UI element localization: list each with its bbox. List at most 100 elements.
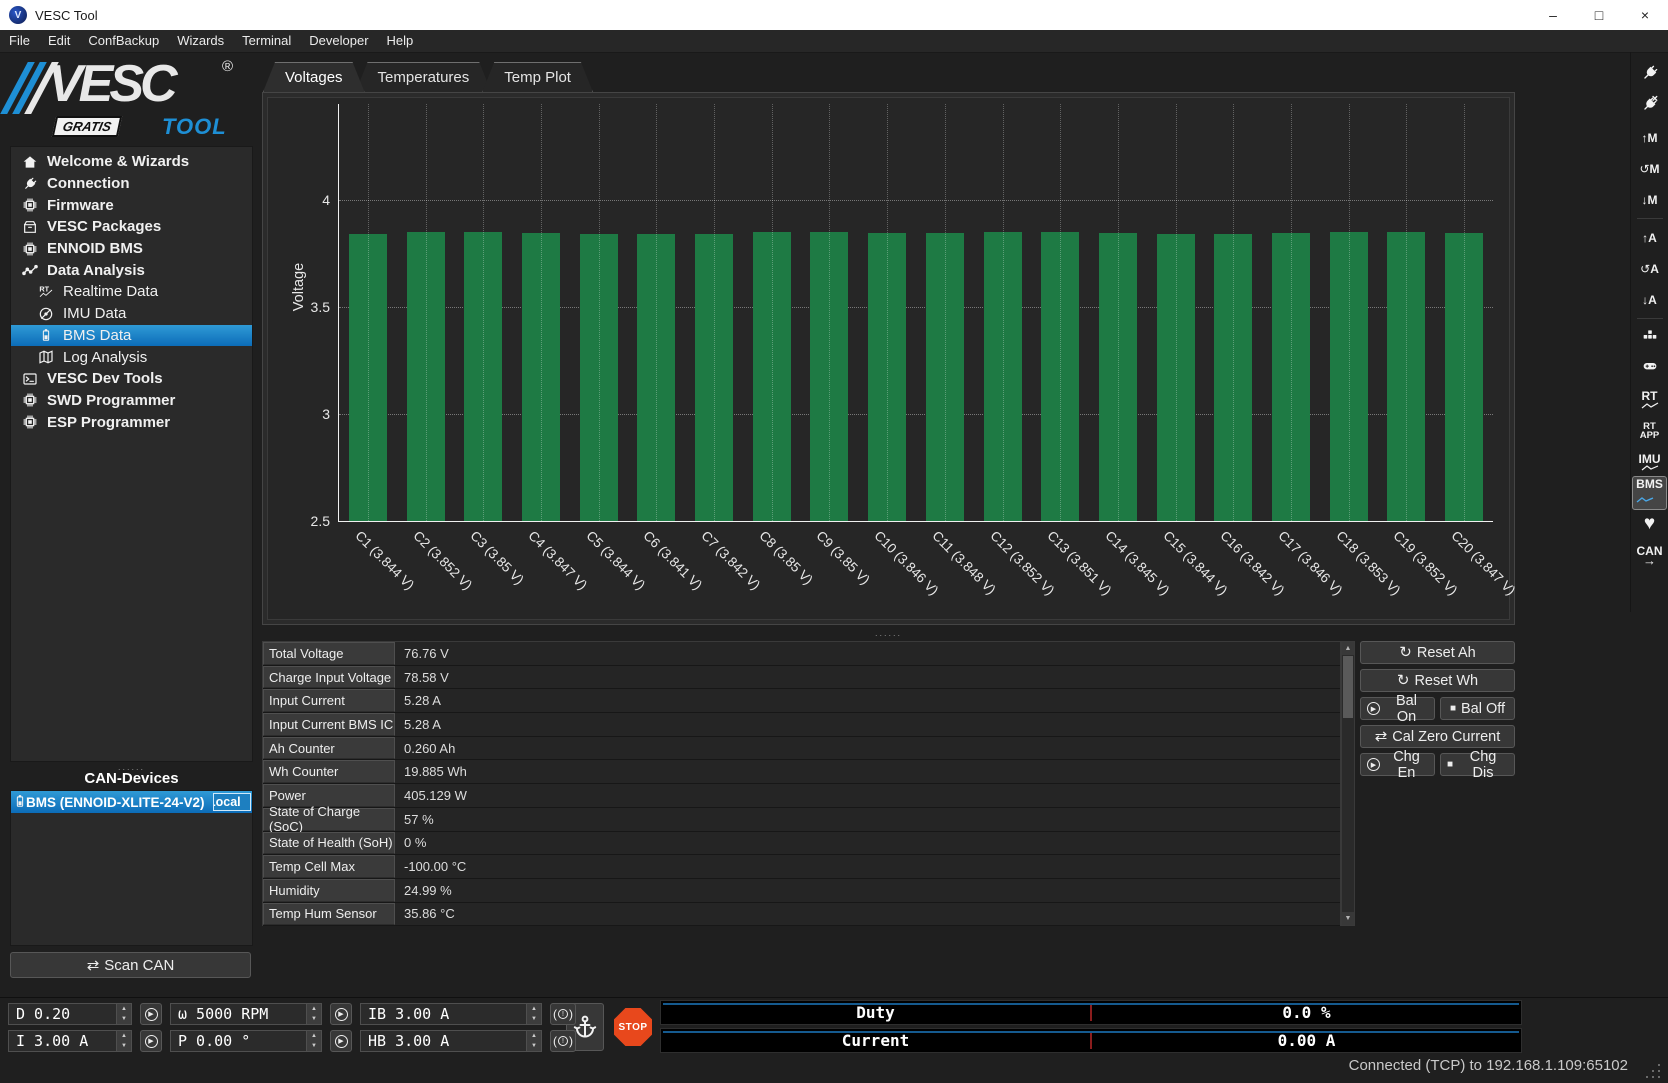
bal-off-button[interactable]: ■Bal Off <box>1440 697 1515 720</box>
toolbar-write-app-config[interactable]: ↑A <box>1633 222 1667 253</box>
scroll-up-arrow[interactable]: ▲ <box>1342 642 1354 655</box>
chg-dis-button[interactable]: ■Chg Dis <box>1440 753 1515 776</box>
spin-up-arrow[interactable]: ▲ <box>307 1031 321 1041</box>
sidebar-item-data-analysis[interactable]: Data Analysis <box>11 259 252 281</box>
sidebar-item-esp-programmer[interactable]: ESP Programmer <box>11 411 252 433</box>
menu-item-wizards[interactable]: Wizards <box>168 30 233 52</box>
window-title: VESC Tool <box>35 8 98 23</box>
tab-temp-plot[interactable]: Temp Plot <box>482 62 593 92</box>
can-device-item[interactable]: BMS (ENNOID-XLITE-24-V2)Local <box>11 791 252 813</box>
play-circle-icon: ▶ <box>1367 702 1380 715</box>
bal-on-button[interactable]: ▶Bal On <box>1360 697 1435 720</box>
menu-item-terminal[interactable]: Terminal <box>233 30 300 52</box>
spin-down-arrow[interactable]: ▼ <box>527 1041 541 1051</box>
stat-value: 76.76 V <box>395 642 1340 665</box>
spinbox-arrows[interactable]: ▲▼ <box>116 1004 131 1024</box>
resize-grip[interactable] <box>1646 1064 1662 1080</box>
toolbar-bms-data[interactable]: BMS <box>1633 477 1667 508</box>
can-devices-title: CAN-Devices <box>10 770 253 787</box>
spinbox-arrows[interactable]: ▲▼ <box>526 1004 541 1024</box>
toolbar-favorites[interactable]: ♥ <box>1633 508 1667 539</box>
sidebar-item-ennoid-bms[interactable]: ENNOID BMS <box>11 238 252 260</box>
handbrake-button[interactable]: (!) <box>550 1003 576 1025</box>
toolbar-realtime-data[interactable]: RT <box>1633 384 1667 415</box>
spin-up-arrow[interactable]: ▲ <box>307 1004 321 1014</box>
sidebar-item-firmware[interactable]: Firmware <box>11 194 252 216</box>
control-spinbox[interactable]: IB 3.00 A▲▼ <box>360 1003 542 1025</box>
menu-item-confbackup[interactable]: ConfBackup <box>79 30 168 52</box>
spin-down-arrow[interactable]: ▼ <box>117 1041 131 1051</box>
toolbar-read-app-config[interactable]: ↓A <box>1633 284 1667 315</box>
run-control-button[interactable]: ▶ <box>330 1030 352 1052</box>
menu-item-edit[interactable]: Edit <box>39 30 79 52</box>
scan-can-button[interactable]: ⇄ Scan CAN <box>10 952 251 978</box>
spin-down-arrow[interactable]: ▼ <box>117 1014 131 1024</box>
spinbox-arrows[interactable]: ▲▼ <box>306 1004 321 1024</box>
toolbar-read-motor-config[interactable]: ↓M <box>1633 184 1667 215</box>
reset-ah-button[interactable]: ↻Reset Ah <box>1360 641 1515 664</box>
run-control-button[interactable]: ▶ <box>140 1003 162 1025</box>
control-spinbox[interactable]: I 3.00 A▲▼ <box>8 1030 132 1052</box>
menu-item-help[interactable]: Help <box>378 30 423 52</box>
scroll-down-arrow[interactable]: ▼ <box>1342 912 1354 925</box>
sidebar-item-vesc-packages[interactable]: VESC Packages <box>11 216 252 238</box>
spinbox-value: ω 5000 RPM <box>171 1004 306 1024</box>
spin-up-arrow[interactable]: ▲ <box>117 1031 131 1041</box>
stats-scrollbar[interactable]: ▲ ▼ <box>1341 641 1355 926</box>
control-spinbox[interactable]: D 0.20▲▼ <box>8 1003 132 1025</box>
toolbar-can-forward[interactable]: CAN→ <box>1633 539 1667 570</box>
chg-en-button[interactable]: ▶Chg En <box>1360 753 1435 776</box>
menu-item-developer[interactable]: Developer <box>300 30 377 52</box>
sidebar-item-vesc-dev-tools[interactable]: VESC Dev Tools <box>11 368 252 390</box>
sidebar-item-swd-programmer[interactable]: SWD Programmer <box>11 390 252 412</box>
toolbar-keyboard-control[interactable] <box>1633 322 1667 353</box>
spin-down-arrow[interactable]: ▼ <box>307 1041 321 1051</box>
toolbar-realtime-app-data[interactable]: RTAPP <box>1633 415 1667 446</box>
menu-item-file[interactable]: File <box>0 30 39 52</box>
spinbox-value: D 0.20 <box>9 1004 116 1024</box>
handbrake-button[interactable]: (!) <box>550 1030 576 1052</box>
stat-value: 78.58 V <box>395 666 1340 689</box>
spinbox-arrows[interactable]: ▲▼ <box>116 1031 131 1051</box>
chart-table-splitter[interactable]: ...... <box>262 628 1515 638</box>
toolbar-reread-motor-config[interactable]: ↺M <box>1633 153 1667 184</box>
refresh-icon: ↻ <box>1397 673 1410 688</box>
sidebar-item-realtime-data[interactable]: RTRealtime Data <box>11 281 252 303</box>
maximize-button[interactable]: □ <box>1576 0 1622 30</box>
sidebar-item-bms-data[interactable]: BMS Data <box>11 325 252 347</box>
toolbar-disconnect[interactable] <box>1633 91 1667 122</box>
plot-area: Voltage 2.533.54C1 (3.844 V)C2 (3.852 V)… <box>338 104 1493 522</box>
run-control-button[interactable]: ▶ <box>140 1030 162 1052</box>
toolbar-reread-app-config[interactable]: ↺A <box>1633 253 1667 284</box>
spin-up-arrow[interactable]: ▲ <box>117 1004 131 1014</box>
toolbar-write-motor-config[interactable]: ↑M <box>1633 122 1667 153</box>
reset-wh-button[interactable]: ↻Reset Wh <box>1360 669 1515 692</box>
minimize-button[interactable]: – <box>1530 0 1576 30</box>
control-spinbox[interactable]: HB 3.00 A▲▼ <box>360 1030 542 1052</box>
spinbox-arrows[interactable]: ▲▼ <box>306 1031 321 1051</box>
tab-temperatures[interactable]: Temperatures <box>356 62 492 92</box>
spin-up-arrow[interactable]: ▲ <box>527 1004 541 1014</box>
toolbar-imu-data[interactable]: IMU <box>1633 446 1667 477</box>
spinbox-arrows[interactable]: ▲▼ <box>526 1031 541 1051</box>
toolbar-separator <box>1637 318 1663 319</box>
control-spinbox[interactable]: P 0.00 °▲▼ <box>170 1030 322 1052</box>
stop-button[interactable]: STOP <box>610 1003 656 1051</box>
sidebar-item-imu-data[interactable]: IMU Data <box>11 303 252 325</box>
spin-up-arrow[interactable]: ▲ <box>527 1031 541 1041</box>
toolbar-connect[interactable] <box>1633 60 1667 91</box>
sidebar-item-welcome-wizards[interactable]: Welcome & Wizards <box>11 151 252 173</box>
spin-down-arrow[interactable]: ▼ <box>527 1014 541 1024</box>
close-button[interactable]: × <box>1622 0 1668 30</box>
spin-down-arrow[interactable]: ▼ <box>307 1014 321 1024</box>
cal-zero-current-button[interactable]: ⇄Cal Zero Current <box>1360 725 1515 748</box>
scroll-thumb[interactable] <box>1343 656 1353 718</box>
sidebar-item-label: SWD Programmer <box>47 392 175 409</box>
sidebar-item-connection[interactable]: Connection <box>11 173 252 195</box>
toolbar-gamepad-control[interactable] <box>1633 353 1667 384</box>
control-spinbox[interactable]: ω 5000 RPM▲▼ <box>170 1003 322 1025</box>
tab-voltages[interactable]: Voltages <box>263 62 365 92</box>
run-control-button[interactable]: ▶ <box>330 1003 352 1025</box>
x-gridline <box>599 104 600 521</box>
sidebar-item-log-analysis[interactable]: Log Analysis <box>11 346 252 368</box>
